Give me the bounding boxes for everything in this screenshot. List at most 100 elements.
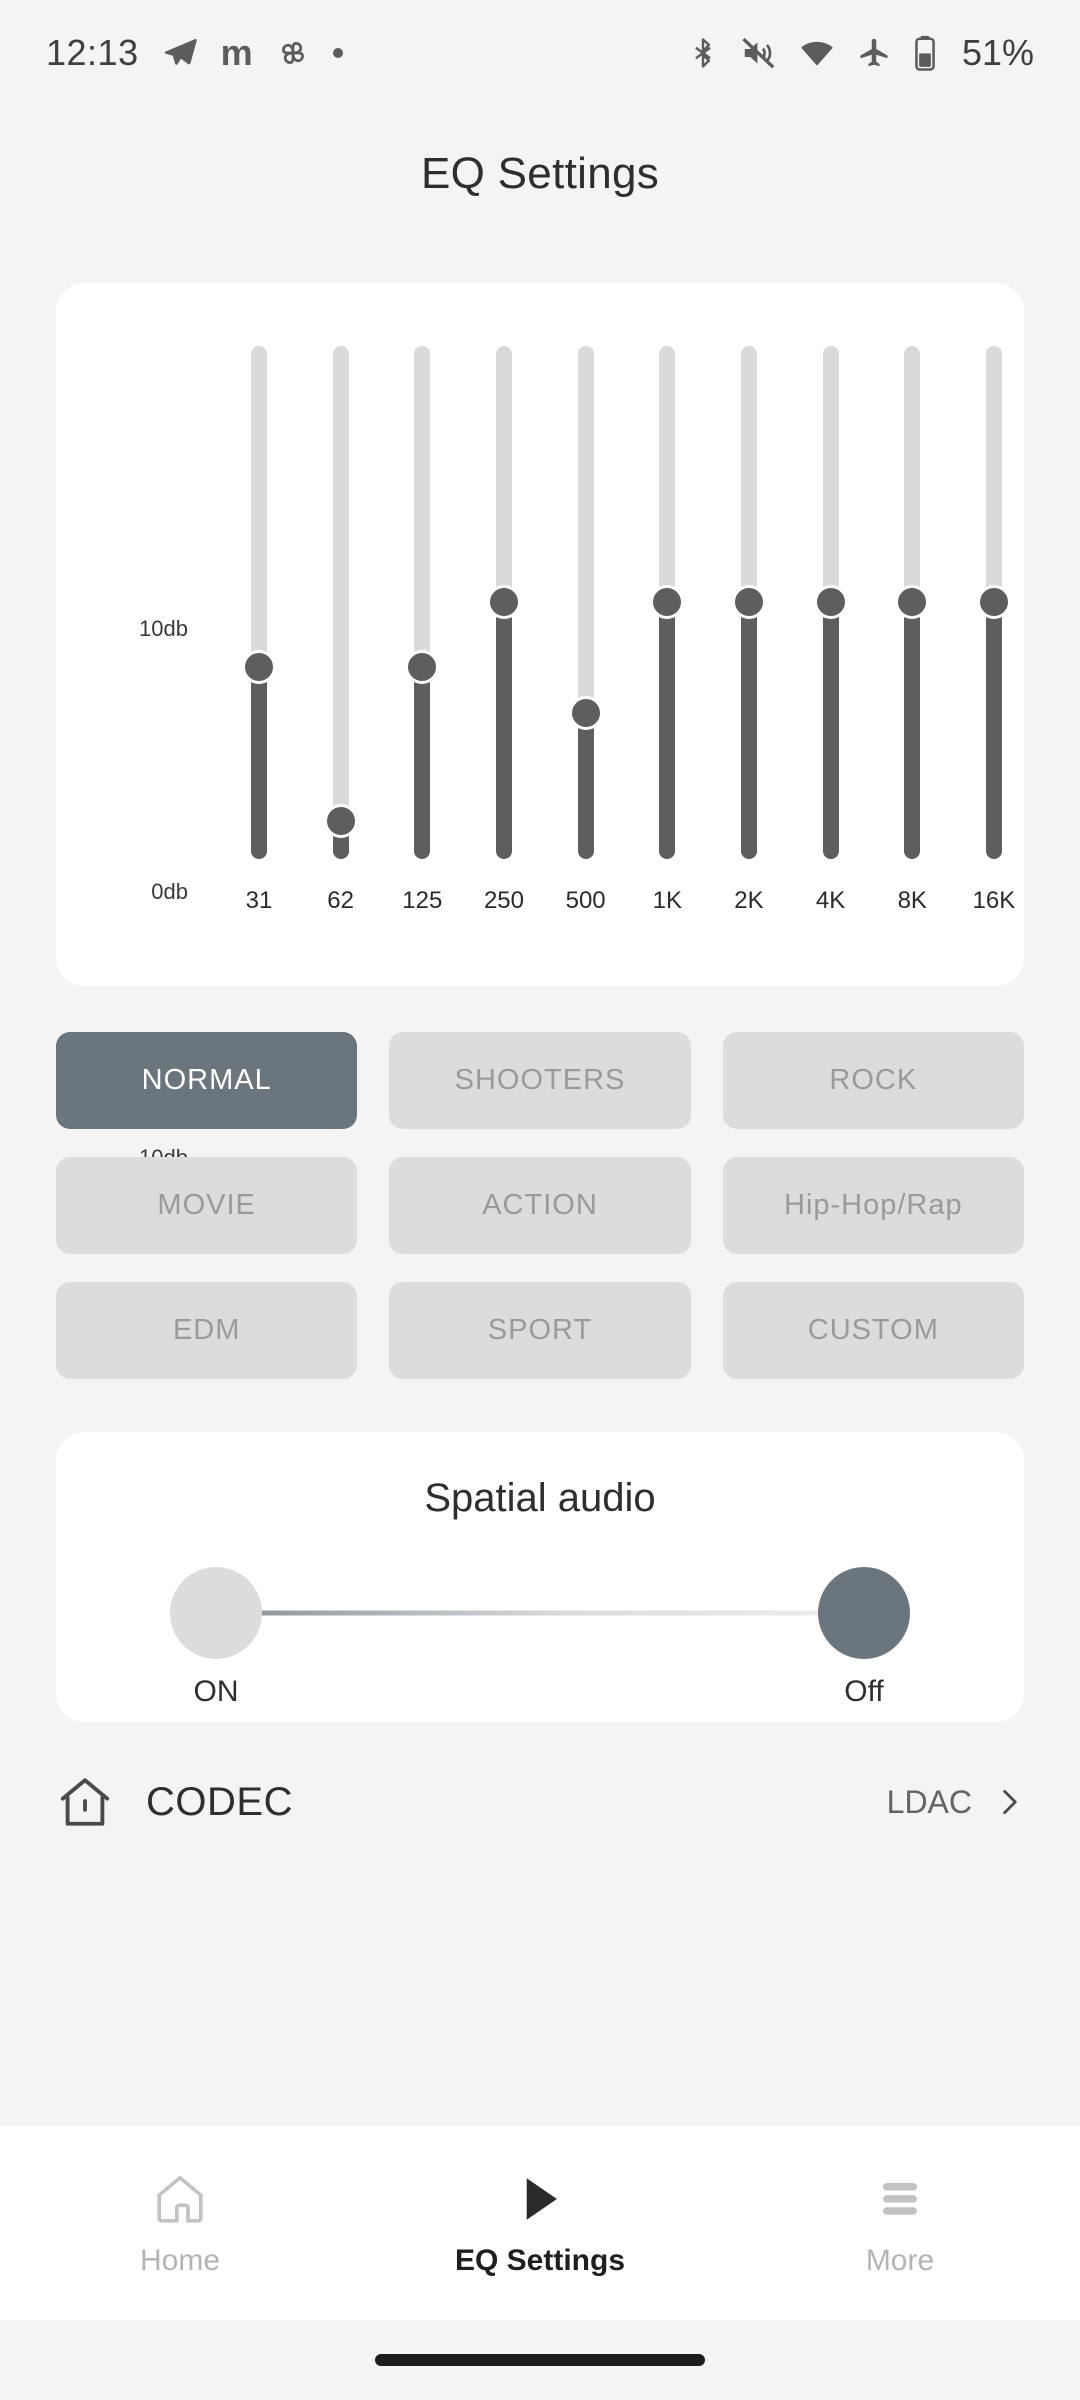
home-icon	[60, 1778, 110, 1826]
nav-label-home: Home	[139, 2244, 221, 2277]
preset-button-edm[interactable]: EDM	[56, 1282, 358, 1379]
nav-item-more[interactable]: More	[720, 2168, 1080, 2278]
chevron-right-icon[interactable]	[994, 1787, 1024, 1817]
axis-label-top: 10db	[139, 616, 188, 641]
preset-button-hip-hop-rap[interactable]: Hip-Hop/Rap	[722, 1157, 1024, 1254]
eq-slider-thumb[interactable]	[895, 585, 930, 619]
eq-slider-8K[interactable]: 8K	[882, 283, 942, 915]
home-indicator[interactable]	[375, 2354, 705, 2366]
play-icon	[511, 2168, 569, 2230]
status-bar-left: 12:13 m	[46, 32, 343, 74]
preset-button-movie[interactable]: MOVIE	[56, 1157, 358, 1254]
eq-slider-125[interactable]: 125	[392, 283, 452, 915]
spatial-audio-off-label: Off	[844, 1675, 884, 1708]
spatial-audio-on-knob[interactable]	[170, 1567, 262, 1659]
eq-slider-track[interactable]	[323, 346, 358, 859]
send-icon	[164, 38, 197, 65]
eq-slider-track[interactable]	[405, 346, 440, 859]
eq-slider-group: 31 62 125 250 500 1K 2K 4K 8K 16K	[229, 283, 1024, 986]
eq-frequency-label: 250	[483, 887, 524, 914]
eq-slider-track[interactable]	[895, 346, 930, 859]
eq-slider-fill	[577, 713, 594, 859]
status-bar: 12:13 m 51%	[0, 0, 1080, 105]
eq-frequency-label: 2K	[734, 887, 764, 914]
airplane-mode-icon	[860, 38, 888, 66]
eq-slider-fill	[822, 602, 839, 859]
eq-slider-62[interactable]: 62	[311, 283, 371, 915]
eq-slider-thumb[interactable]	[242, 650, 276, 684]
eq-slider-4K[interactable]: 4K	[801, 283, 861, 915]
eq-slider-fill	[495, 602, 512, 859]
eq-slider-fill	[740, 602, 757, 859]
eq-slider-thumb[interactable]	[568, 696, 603, 730]
preset-button-action[interactable]: ACTION	[389, 1157, 691, 1254]
eq-slider-track[interactable]	[813, 346, 848, 859]
spatial-audio-switch[interactable]	[170, 1565, 910, 1661]
preset-button-rock[interactable]: ROCK	[722, 1032, 1024, 1129]
eq-slider-1K[interactable]: 1K	[637, 283, 697, 915]
eq-slider-thumb[interactable]	[731, 585, 766, 619]
mute-icon	[742, 37, 775, 68]
eq-slider-track[interactable]	[242, 346, 276, 859]
eq-slider-track[interactable]	[731, 346, 766, 859]
nav-label-more: More	[865, 2244, 935, 2277]
codec-label: CODEC	[146, 1779, 293, 1824]
eq-slider-track[interactable]	[568, 346, 603, 859]
preset-grid: NORMAL SHOOTERS ROCK MOVIE ACTION Hip-Hop/Rap…	[56, 1032, 1024, 1379]
dot-icon	[332, 47, 343, 58]
nav-item-eq-settings[interactable]: EQ Settings	[360, 2168, 720, 2278]
eq-frequency-label: 31	[245, 887, 273, 914]
eq-frequency-label: 125	[402, 887, 443, 914]
eq-slider-fill	[414, 667, 431, 859]
page-title: EQ Settings	[420, 149, 660, 198]
eq-slider-track[interactable]	[650, 346, 685, 859]
spatial-audio-card: Spatial audio ON Off	[56, 1432, 1024, 1722]
spatial-audio-title: Spatial audio	[424, 1476, 656, 1520]
eq-slider-thumb[interactable]	[405, 650, 440, 684]
eq-slider-16K[interactable]: 16K	[964, 283, 1024, 915]
eq-slider-thumb[interactable]	[486, 585, 521, 619]
eq-slider-2K[interactable]: 2K	[719, 283, 779, 915]
nav-item-home[interactable]: Home	[0, 2168, 360, 2278]
eq-slider-track[interactable]	[976, 346, 1011, 859]
eq-frequency-label: 16K	[972, 887, 1016, 914]
bluetooth-icon	[695, 37, 711, 68]
eq-frequency-label: 1K	[652, 887, 682, 914]
preset-button-shooters[interactable]: SHOOTERS	[389, 1032, 691, 1129]
app-screen: 12:13 m 51% EQ Settings 10db 0db 31 62 1…	[0, 0, 1080, 2400]
eq-slider-fill	[904, 602, 921, 859]
spatial-audio-off-knob[interactable]	[818, 1567, 910, 1659]
spatial-audio-labels: ON Off	[170, 1675, 910, 1715]
eq-slider-thumb[interactable]	[650, 585, 685, 619]
status-bar-right: 51%	[686, 32, 1034, 74]
eq-slider-fill	[985, 602, 1002, 859]
pinwheel-icon	[281, 41, 304, 64]
nav-label-eq-settings: EQ Settings	[454, 2244, 626, 2277]
eq-slider-500[interactable]: 500	[556, 283, 616, 915]
preset-button-normal[interactable]: NORMAL	[56, 1032, 358, 1129]
codec-row[interactable]: CODEC LDAC	[56, 1760, 1024, 1844]
eq-frequency-label: 8K	[897, 887, 927, 914]
axis-label-middle: 0db	[151, 879, 188, 904]
battery-icon	[915, 35, 935, 71]
eq-slider-fill	[659, 602, 676, 859]
eq-slider-track[interactable]	[486, 346, 521, 859]
m-letter-icon: m	[220, 31, 253, 73]
eq-slider-thumb[interactable]	[976, 585, 1011, 619]
preset-button-custom[interactable]: CUSTOM	[722, 1282, 1024, 1379]
eq-slider-thumb[interactable]	[813, 585, 848, 619]
battery-percentage: 51%	[961, 31, 1034, 73]
eq-slider-fill	[251, 667, 267, 859]
eq-frequency-label: 4K	[815, 887, 846, 914]
eq-slider-thumb[interactable]	[323, 804, 358, 838]
codec-value: LDAC	[886, 1783, 972, 1820]
preset-button-sport[interactable]: SPORT	[389, 1282, 691, 1379]
eq-slider-31[interactable]: 31	[229, 283, 289, 915]
equalizer-card: 10db 0db -10db 31621252505001K2K4K8K16K	[56, 283, 1024, 1170]
status-bar-clock: 12:13	[46, 31, 139, 73]
eq-frequency-label: 62	[327, 887, 354, 914]
eq-slider-250[interactable]: 250	[474, 283, 534, 915]
bottom-navigation: Home EQ Settings More	[0, 2126, 1080, 2320]
gesture-bar-area	[0, 2320, 1080, 2400]
eq-frequency-label: 500	[565, 887, 606, 914]
